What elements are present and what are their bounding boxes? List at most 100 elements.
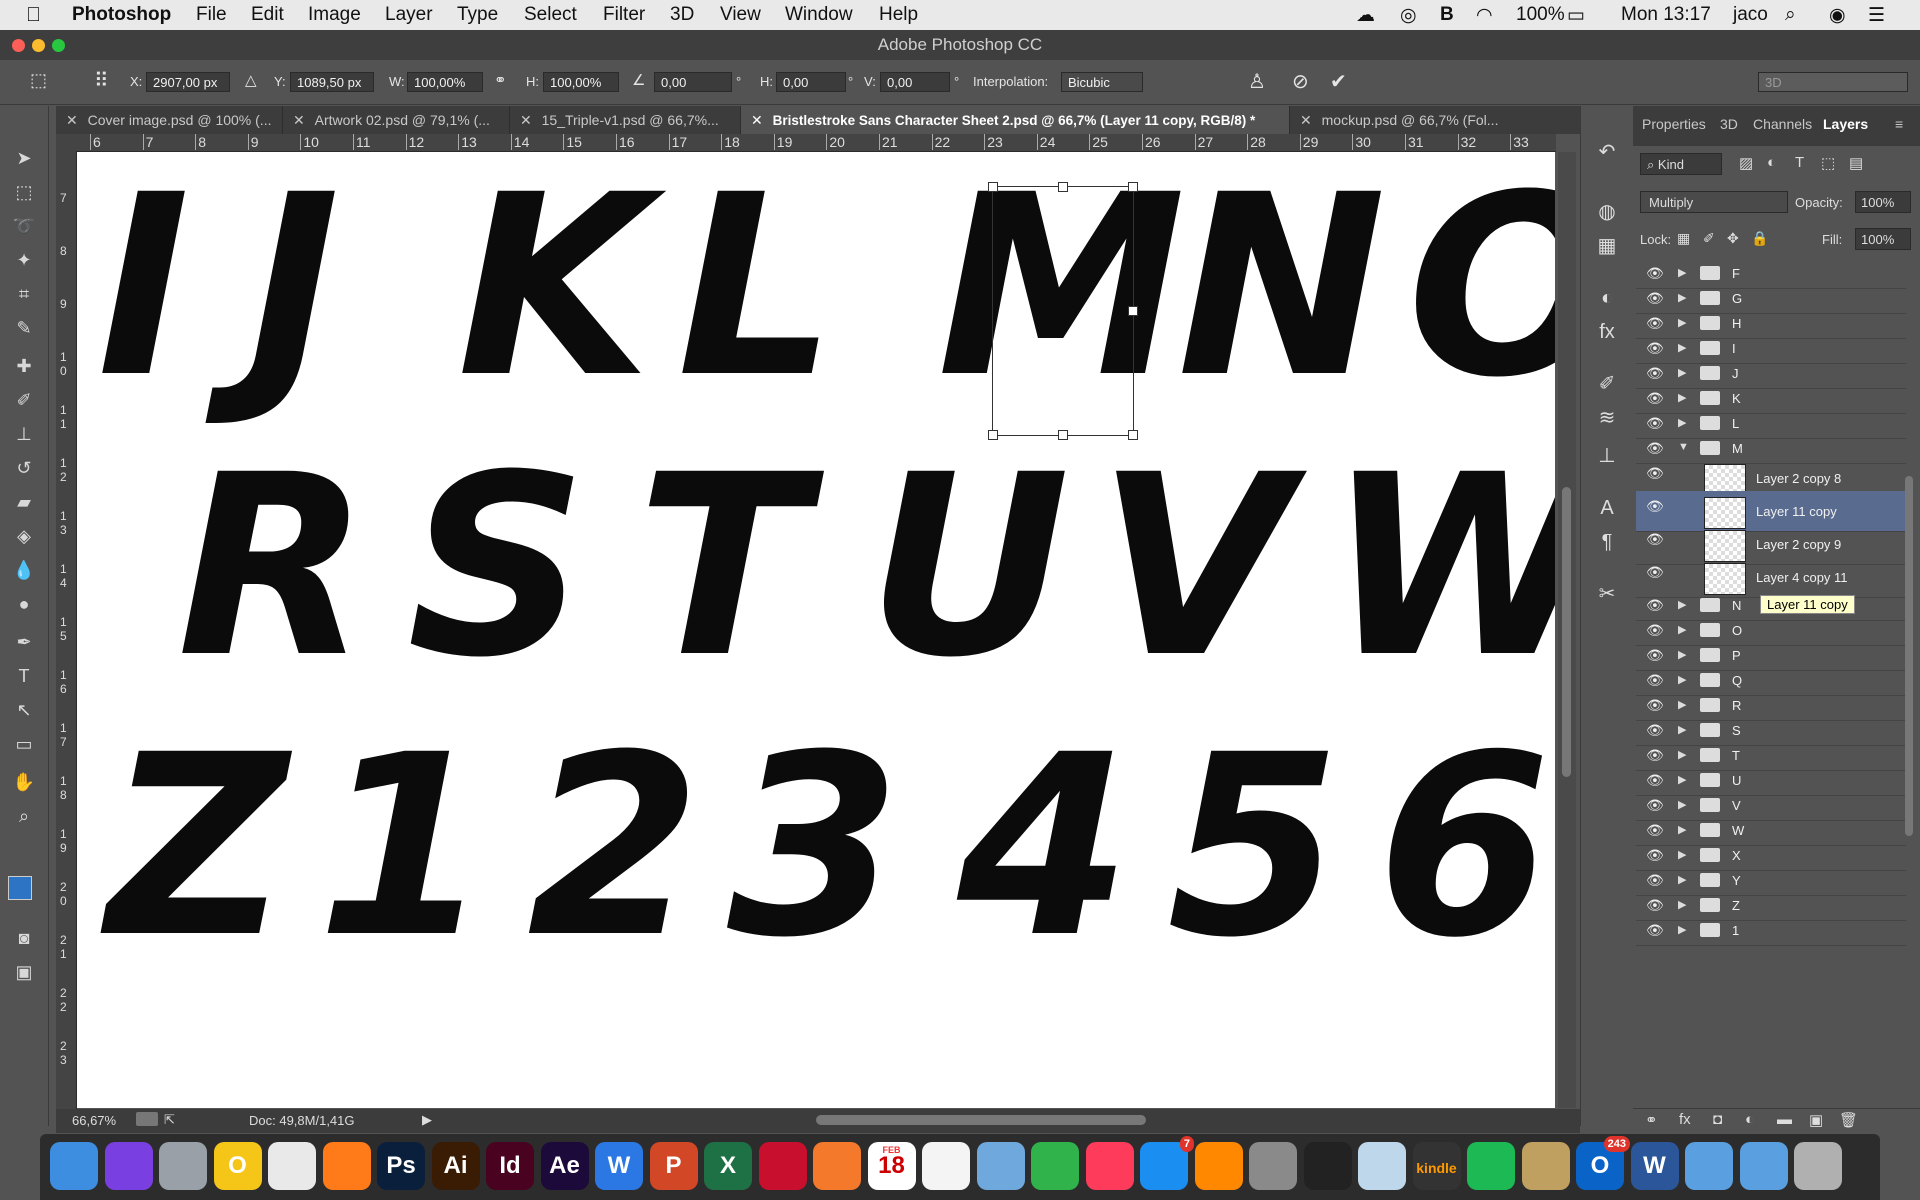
dock-launchpad-icon[interactable] — [159, 1142, 207, 1190]
collapse-triangle-icon[interactable]: ▼ — [1678, 441, 1689, 453]
delete-layer-icon[interactable]: 🗑 — [1839, 1111, 1858, 1129]
visibility-eye-icon[interactable]: 👁 — [1646, 747, 1664, 764]
zoom-tool-icon[interactable]: ⌕ — [12, 804, 36, 828]
visibility-eye-icon[interactable]: 👁 — [1646, 872, 1664, 889]
expand-triangle-icon[interactable]: ▶ — [1678, 898, 1686, 911]
layer-name[interactable]: M — [1732, 441, 1743, 456]
foreground-color-swatch[interactable] — [8, 876, 32, 900]
dock-downloads-icon[interactable] — [1739, 1142, 1788, 1190]
layer-name[interactable]: Z — [1732, 898, 1740, 913]
tab-properties[interactable]: Properties — [1642, 116, 1706, 132]
minimize-window-button[interactable] — [32, 39, 45, 52]
visibility-eye-icon[interactable]: 👁 — [1646, 290, 1664, 307]
dock-firefox-icon[interactable] — [322, 1142, 371, 1190]
visibility-eye-icon[interactable]: 👁 — [1646, 415, 1664, 432]
dock-trash-icon[interactable] — [1794, 1142, 1842, 1190]
expand-triangle-icon[interactable]: ▶ — [1678, 923, 1686, 936]
filter-shape-icon[interactable]: ⬚ — [1821, 154, 1835, 172]
fill-field[interactable]: 100% — [1855, 228, 1911, 250]
export-icon[interactable]: ⇱ — [164, 1112, 175, 1128]
layer-name[interactable]: Q — [1732, 673, 1742, 688]
dock-chrome-icon[interactable] — [268, 1142, 316, 1190]
add-style-icon[interactable]: fx — [1679, 1111, 1691, 1128]
visibility-eye-icon[interactable]: 👁 — [1646, 672, 1664, 689]
dock-sketchup-icon[interactable] — [758, 1142, 807, 1190]
character-panel-icon[interactable]: A — [1593, 494, 1621, 522]
dock-word-w-icon[interactable]: W — [595, 1142, 643, 1190]
visibility-eye-icon[interactable]: 👁 — [1646, 772, 1664, 789]
dock-siri-icon[interactable] — [104, 1142, 153, 1190]
battery-icon[interactable]: ▭ — [1567, 4, 1585, 27]
dock-blender-icon[interactable] — [813, 1142, 861, 1190]
cloud-sync-icon[interactable]: ◎ — [1400, 4, 1417, 27]
tab-mockup[interactable]: ✕ mockup.psd @ 66,7% (Fol... — [1290, 106, 1580, 134]
tab-layers[interactable]: Layers — [1823, 116, 1868, 132]
status-menu-arrow-icon[interactable]: ▶ — [422, 1112, 432, 1128]
filter-type-icon[interactable]: T — [1795, 154, 1804, 171]
notification-center-icon[interactable]: ☰ — [1868, 4, 1885, 27]
expand-triangle-icon[interactable]: ▶ — [1678, 391, 1686, 404]
visibility-eye-icon[interactable]: 👁 — [1646, 647, 1664, 664]
layer-name[interactable]: G — [1732, 291, 1742, 306]
tool-presets-icon[interactable]: ✂ — [1593, 580, 1621, 608]
visibility-eye-icon[interactable]: 👁 — [1646, 265, 1664, 282]
transform-handle[interactable] — [1128, 306, 1138, 316]
y-position-field[interactable]: 1089,50 px — [290, 72, 374, 92]
layer-name[interactable]: P — [1732, 648, 1741, 663]
history-brush-tool-icon[interactable]: ↺ — [12, 456, 36, 480]
vertical-scrollbar[interactable] — [1558, 152, 1576, 1108]
screen-mode-icon[interactable]: ▣ — [12, 960, 36, 984]
menu-3d[interactable]: 3D — [670, 4, 694, 26]
layer-name[interactable]: J — [1732, 366, 1739, 381]
vertical-scroll-thumb[interactable] — [1562, 487, 1571, 777]
expand-triangle-icon[interactable]: ▶ — [1678, 823, 1686, 836]
horizontal-scroll-thumb[interactable] — [816, 1115, 1146, 1125]
visibility-eye-icon[interactable]: 👁 — [1646, 440, 1664, 457]
healing-brush-tool-icon[interactable]: ✚ — [12, 354, 36, 378]
paint-bucket-tool-icon[interactable]: ◈ — [12, 524, 36, 548]
dock-app-store-icon[interactable]: 7 — [1140, 1136, 1194, 1190]
eyedropper-tool-icon[interactable]: ✎ — [12, 316, 36, 340]
link-icon[interactable]: ⚭ — [494, 71, 507, 89]
layer-name[interactable]: L — [1732, 416, 1739, 431]
dock-itunes-icon[interactable] — [1085, 1142, 1134, 1190]
layer-name[interactable]: U — [1732, 773, 1741, 788]
transform-handle[interactable] — [1128, 182, 1138, 192]
tab-bristlestroke-sheet[interactable]: ✕ Bristlestroke Sans Character Sheet 2.p… — [741, 106, 1290, 134]
visibility-eye-icon[interactable]: 👁 — [1646, 365, 1664, 382]
transform-handle[interactable] — [1128, 430, 1138, 440]
menu-select[interactable]: Select — [524, 4, 577, 26]
menu-help[interactable]: Help — [879, 4, 918, 26]
dock-keychain-icon[interactable] — [1521, 1142, 1570, 1190]
filter-pixel-icon[interactable]: ▨ — [1739, 154, 1753, 172]
menu-window[interactable]: Window — [785, 4, 853, 26]
visibility-eye-icon[interactable]: 👁 — [1646, 498, 1664, 515]
expand-triangle-icon[interactable]: ▶ — [1678, 773, 1686, 786]
warp-icon[interactable]: ♙ — [1248, 69, 1266, 94]
tab-artwork-02[interactable]: ✕ Artwork 02.psd @ 79,1% (... — [283, 106, 510, 134]
menu-edit[interactable]: Edit — [251, 4, 284, 26]
dock-textedit-icon[interactable] — [922, 1142, 970, 1190]
layer-name[interactable]: 1 — [1732, 923, 1739, 938]
layer-name[interactable]: H — [1732, 316, 1741, 331]
move-tool-icon[interactable]: ➤ — [12, 146, 36, 170]
siri-icon[interactable]: ◉ — [1829, 4, 1846, 27]
dock-powerpoint-p-icon[interactable]: P — [649, 1142, 698, 1190]
pen-tool-icon[interactable]: ✒ — [12, 630, 36, 654]
crop-tool-icon[interactable]: ⌗ — [12, 282, 36, 306]
dock-spotify-icon[interactable] — [1467, 1142, 1515, 1190]
add-mask-icon[interactable]: ◘ — [1713, 1111, 1722, 1128]
tab-cover-image[interactable]: ✕ Cover image.psd @ 100% (... — [56, 106, 283, 134]
visibility-eye-icon[interactable]: 👁 — [1646, 922, 1664, 939]
eraser-tool-icon[interactable]: ▰ — [12, 490, 36, 514]
transform-handle[interactable] — [988, 430, 998, 440]
expand-triangle-icon[interactable]: ▶ — [1678, 698, 1686, 711]
dock-numbers-icon[interactable] — [1031, 1142, 1079, 1190]
tab-close-icon[interactable]: ✕ — [66, 112, 78, 128]
layer-name[interactable]: V — [1732, 798, 1741, 813]
filter-adjustment-icon[interactable]: ◐ — [1767, 154, 1776, 171]
expand-triangle-icon[interactable]: ▶ — [1678, 366, 1686, 379]
swatches-panel-icon[interactable]: ◍ — [1593, 198, 1621, 226]
lock-pixels-icon[interactable]: ✐ — [1703, 230, 1715, 247]
new-layer-icon[interactable]: ▣ — [1809, 1111, 1823, 1129]
